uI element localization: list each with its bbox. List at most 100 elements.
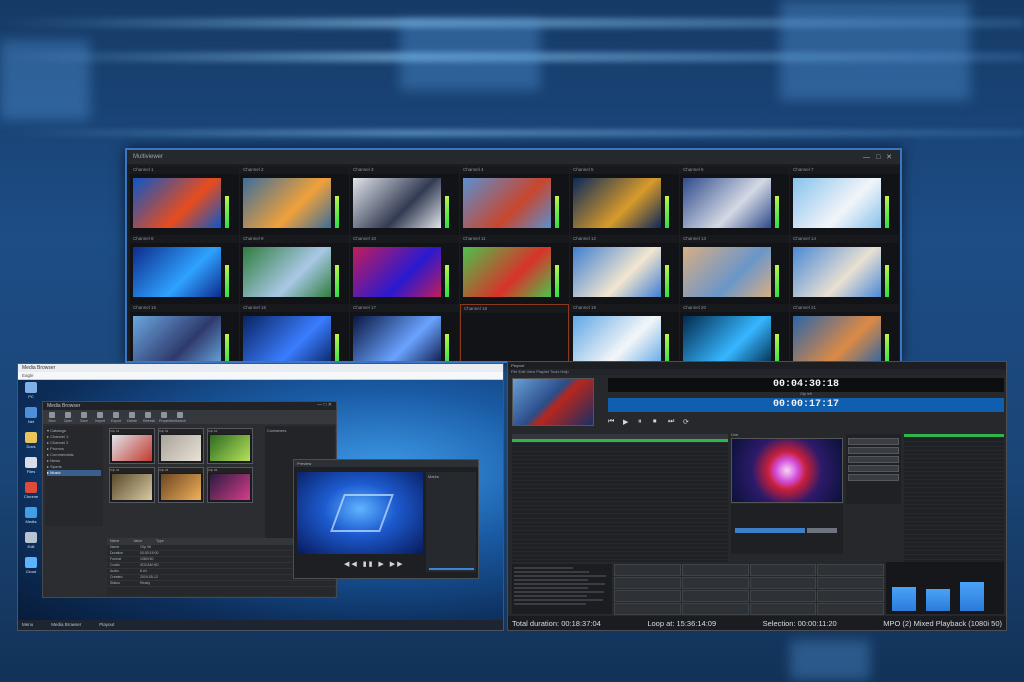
multiviewer-tile[interactable]: Channel 14 xyxy=(790,235,899,304)
grid-cell[interactable] xyxy=(749,577,817,589)
clip-thumbnail[interactable]: Clip 02 xyxy=(158,428,204,464)
toolbar-button[interactable]: Open xyxy=(63,412,73,423)
file-list[interactable] xyxy=(904,434,1004,562)
grid-cell[interactable] xyxy=(681,577,749,589)
grid-cell[interactable] xyxy=(614,603,681,615)
multiviewer-tile[interactable]: Channel 1 xyxy=(130,166,239,235)
multiviewer-tile[interactable]: Channel 20 xyxy=(680,304,789,361)
multiviewer-tile[interactable]: Channel 4 xyxy=(460,166,569,235)
address-bar[interactable]: Eagle xyxy=(18,372,503,380)
multiviewer-tile[interactable]: Channel 15 xyxy=(130,304,239,361)
toolbar-button[interactable]: Search xyxy=(175,412,186,423)
multiviewer-window[interactable]: Multiviewer — □ ✕ Channel 1 Channel 2 Chan… xyxy=(125,148,902,363)
taskbar-item[interactable]: Playout xyxy=(99,622,114,628)
control-button[interactable] xyxy=(848,474,899,481)
cell xyxy=(632,498,692,501)
multiviewer-tile[interactable]: Channel 16 xyxy=(240,304,349,361)
edit-icon xyxy=(25,532,37,543)
cell xyxy=(514,473,532,476)
grid-cell[interactable] xyxy=(749,603,817,615)
multiviewer-tile[interactable]: Channel 6 xyxy=(680,166,789,235)
preview-transport[interactable]: ◀◀ ▮▮ ▶ ▶▶ xyxy=(344,560,404,568)
desktop-shortcut[interactable]: Chrome xyxy=(18,480,44,505)
clip-thumbnail[interactable]: Clip 04 xyxy=(109,467,155,503)
multiviewer-tile[interactable]: Channel 8 xyxy=(130,235,239,304)
file-row[interactable] xyxy=(904,555,1004,560)
cell xyxy=(632,489,692,492)
multiviewer-tile[interactable]: Channel 11 xyxy=(460,235,569,304)
multiviewer-tile[interactable]: Channel 10 xyxy=(350,235,459,304)
toolbar-button[interactable]: Import xyxy=(95,412,105,423)
multiviewer-tile[interactable]: Channel 9 xyxy=(240,235,349,304)
clip-thumbnail[interactable]: Clip 05 xyxy=(158,467,204,503)
clip-thumbnail[interactable]: Clip 01 xyxy=(109,428,155,464)
transport-button[interactable]: ▶ xyxy=(623,418,632,427)
grid-cell[interactable] xyxy=(817,577,884,589)
grid-cell[interactable] xyxy=(817,603,884,615)
toolbar-label: Open xyxy=(63,419,73,423)
toolbar-button[interactable]: Properties xyxy=(159,412,175,423)
clip-thumbnail[interactable]: Clip 03 xyxy=(207,428,253,464)
taskbar-item[interactable]: Media Browser xyxy=(51,622,81,628)
tree-item[interactable]: ▸ Music xyxy=(47,470,101,476)
multiviewer-tile[interactable]: Channel 2 xyxy=(240,166,349,235)
grid-cell[interactable] xyxy=(749,590,817,602)
preview-window[interactable]: Preview ◀◀ ▮▮ ▶ ▶▶ Marks xyxy=(293,459,479,579)
multiviewer-tile[interactable]: Channel 19 xyxy=(570,304,679,361)
desktop-shortcut[interactable]: PC xyxy=(18,380,44,405)
transport-button[interactable]: ⟳ xyxy=(683,418,692,427)
toolbar-button[interactable]: Refresh xyxy=(143,412,155,423)
taskbar-item[interactable]: Menu xyxy=(22,622,33,628)
transport-button[interactable]: ⏸ xyxy=(638,418,647,427)
playback-mode: MPO (2) Mixed Playback (1080i 50) xyxy=(883,619,1002,628)
grid-cell[interactable] xyxy=(614,590,681,602)
transport-button[interactable]: ⏮ xyxy=(608,418,617,427)
property-value: Ready xyxy=(140,581,151,585)
catalog-tree[interactable]: ▾ Catalogs ▸ Channel 1 ▸ Channel 2 ▸ Pro… xyxy=(45,426,103,526)
playout-menubar[interactable]: File Edit View Playlist Tools Help xyxy=(508,369,1006,375)
desktop-shortcut[interactable]: Files xyxy=(18,455,44,480)
grid-cell[interactable] xyxy=(681,564,749,576)
grid-cell[interactable] xyxy=(681,590,749,602)
multiviewer-tile[interactable]: Channel 21 xyxy=(790,304,899,361)
clip-thumbnail[interactable]: Clip 06 xyxy=(207,467,253,503)
cell xyxy=(632,447,692,450)
window-controls[interactable]: — □ ✕ xyxy=(863,153,894,161)
control-button[interactable] xyxy=(848,456,899,463)
cell xyxy=(532,473,582,476)
multiviewer-tile[interactable]: Channel 17 xyxy=(350,304,459,361)
toolbar-button[interactable]: New xyxy=(47,412,57,423)
grid-cell[interactable] xyxy=(817,590,884,602)
desktop-shortcut[interactable]: Docs xyxy=(18,430,44,455)
multiviewer-tile[interactable]: Channel 13 xyxy=(680,235,789,304)
desktop-shortcut[interactable]: Media xyxy=(18,505,44,530)
background-streak-3 xyxy=(0,130,1024,136)
multiviewer-tile[interactable]: Channel 7 xyxy=(790,166,899,235)
toolbar-button[interactable]: Save xyxy=(79,412,89,423)
toolbar-button[interactable]: Delete xyxy=(127,412,137,423)
desktop-shortcut[interactable]: Edit xyxy=(18,530,44,555)
desktop-shortcut[interactable]: Cloud xyxy=(18,555,44,580)
grid-cell[interactable] xyxy=(681,603,749,615)
transport-button[interactable]: ⏭ xyxy=(668,418,677,427)
transport-button[interactable]: ⏹ xyxy=(653,418,662,427)
control-button[interactable] xyxy=(848,447,899,454)
playout-window[interactable]: Playout File Edit View Playlist Tools He… xyxy=(507,361,1007,631)
multiviewer-tile[interactable]: Channel 18 xyxy=(460,304,569,361)
desktop-shortcut[interactable]: Net xyxy=(18,405,44,430)
grid-cell[interactable] xyxy=(817,564,884,576)
control-button[interactable] xyxy=(848,465,899,472)
volume-slider[interactable] xyxy=(429,568,474,570)
toolbar-button[interactable]: Export xyxy=(111,412,121,423)
window-controls[interactable]: — □ ✕ xyxy=(317,402,332,408)
grid-cell[interactable] xyxy=(614,564,681,576)
playlist-table[interactable] xyxy=(512,434,728,565)
elapsed-timer: 00:00:17:17 xyxy=(608,398,1004,412)
grid-cell[interactable] xyxy=(749,564,817,576)
control-button[interactable] xyxy=(848,438,899,445)
remote-desktop-window[interactable]: Media Browser Eagle PC Net Docs Files Chrome… xyxy=(17,363,504,631)
multiviewer-tile[interactable]: Channel 3 xyxy=(350,166,459,235)
multiviewer-tile[interactable]: Channel 12 xyxy=(570,235,679,304)
multiviewer-tile[interactable]: Channel 5 xyxy=(570,166,679,235)
grid-cell[interactable] xyxy=(614,577,681,589)
